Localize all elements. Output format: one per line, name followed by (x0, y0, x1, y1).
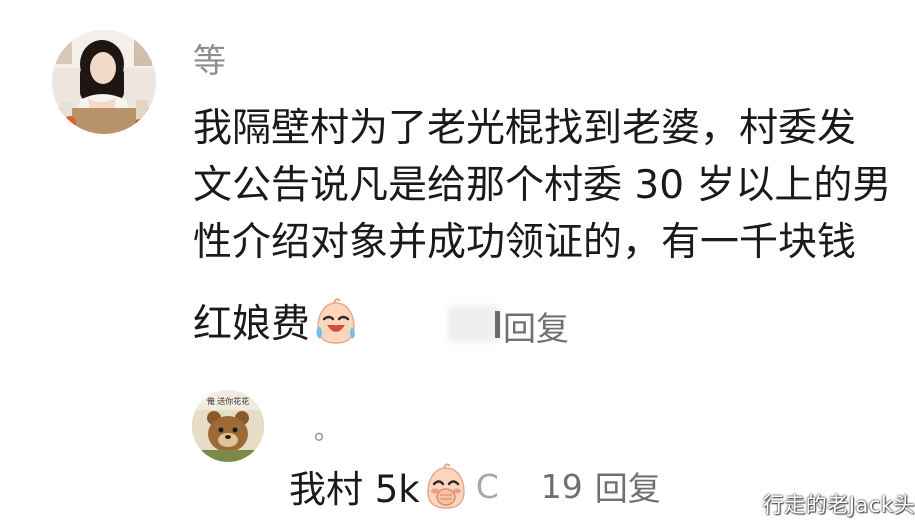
comment-line: 红娘费 (193, 301, 311, 347)
comment-line: 文公告说凡是给那个村委 30 岁以上的男 (193, 163, 892, 208)
bear-cartoon-icon: 俺 送你花花 (192, 390, 264, 462)
reply-avatar[interactable]: 俺 送你花花 (192, 390, 264, 462)
reply-button[interactable]: 回复 (595, 462, 661, 510)
username-redaction (238, 38, 316, 78)
comment-line: 性介绍对象并成功领证的，有一千块钱 (193, 220, 857, 265)
covering-mouth-laughing-emoji-icon (424, 462, 468, 510)
avatar-caption: 俺 送你花花 (207, 396, 250, 406)
comment-line: 我隔壁村为了老光棍找到老婆，村委发 (193, 106, 857, 151)
comment-body: 我隔壁村为了老光棍找到老婆，村委发 文公告说凡是给那个村委 30 岁以上的男 性… (193, 100, 915, 271)
crying-laughing-emoji-icon (314, 297, 358, 345)
commenter-username[interactable]: 等 (193, 34, 227, 82)
comment-last-line: 红娘费 (193, 292, 358, 349)
reply-text: 我村 5k (289, 468, 420, 511)
timestamp-fragment: C (475, 466, 499, 506)
watermark: 行走的老Jack头 (762, 493, 915, 517)
reply-button[interactable]: 回复 (503, 302, 569, 350)
comment-thread: 等 我隔壁村为了老光棍找到老婆，村委发 文公告说凡是给那个村委 30 岁以上的男… (0, 0, 915, 528)
redaction-edge (495, 311, 500, 338)
portrait-photo-icon (52, 30, 156, 134)
reply-username[interactable]: 。 (314, 410, 340, 447)
reply-content-row: 我村 5k C 19 回复 (289, 458, 661, 514)
like-count[interactable]: 19 (541, 467, 583, 506)
timestamp-redaction (448, 306, 500, 342)
commenter-avatar[interactable] (52, 30, 156, 134)
